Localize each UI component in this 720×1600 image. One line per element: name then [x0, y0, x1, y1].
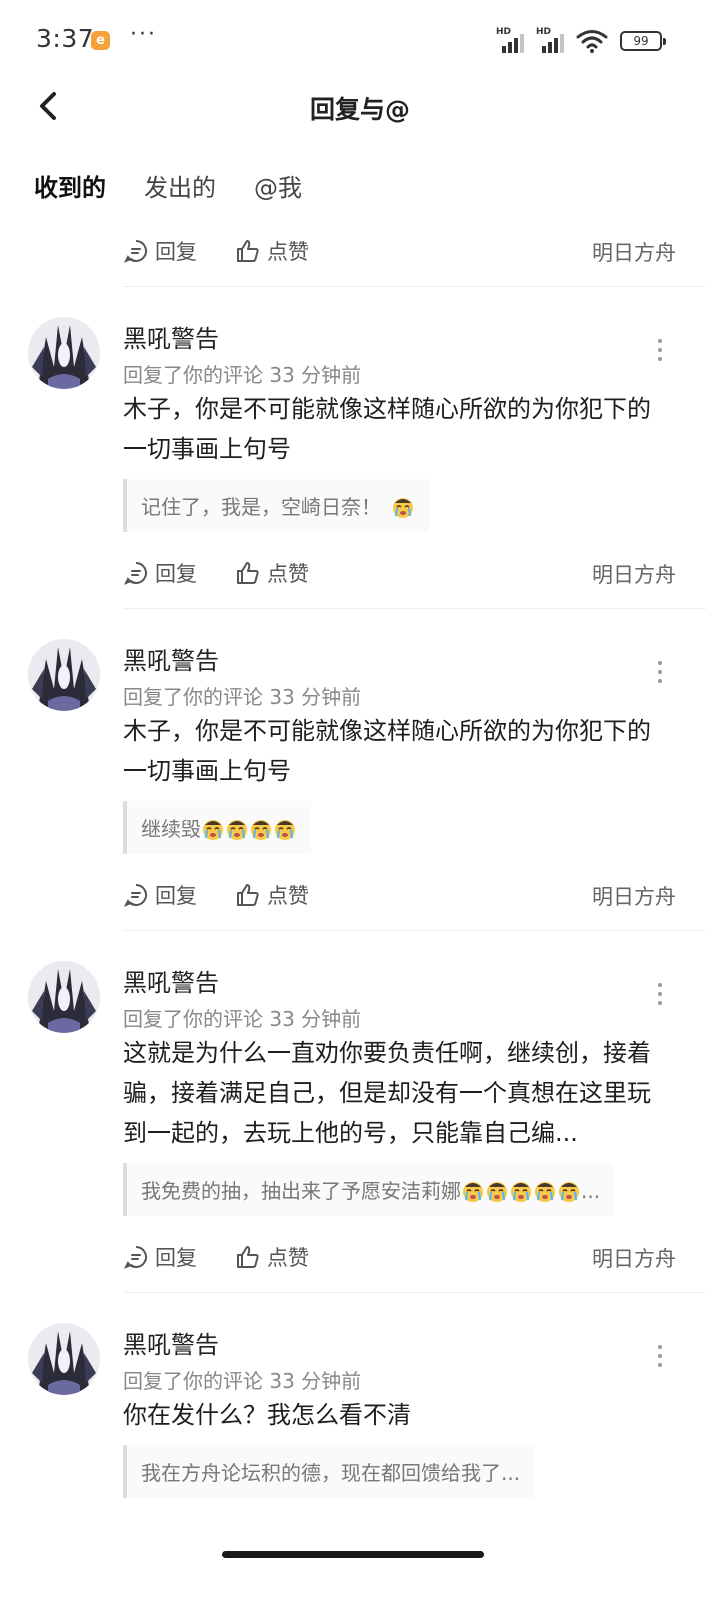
crying-emoji-icon [487, 1182, 507, 1202]
source-label: 明日方舟 [592, 563, 676, 587]
app-notification-icon: e [91, 31, 110, 50]
comment-icon [123, 1246, 147, 1269]
reply-list: 回复 点赞 明日方舟 黑吼警告 回复了你的评论 33 分钟前 木子，你是不可能就… [0, 222, 720, 1502]
reply-meta: 回复了你的评论 33 分钟前 [123, 363, 362, 387]
like-label: 点赞 [267, 240, 309, 264]
reply-text[interactable]: 这就是为什么一直劝你要负责任啊，继续创，接着骗，接着满足自己，但是却没有一个真想… [123, 1033, 670, 1153]
emoji-group [201, 817, 297, 841]
list-item: 黑吼警告 回复了你的评论 33 分钟前 木子，你是不可能就像这样随心所欲的为你犯… [0, 609, 720, 931]
quoted-comment[interactable]: 继续毁 [123, 801, 311, 854]
reply-label: 回复 [155, 1246, 197, 1270]
tab-received[interactable]: 收到的 [34, 168, 106, 206]
quoted-text: 记住了，我是，空崎日奈！ [141, 495, 381, 519]
more-options-icon[interactable] [650, 661, 670, 687]
comment-icon [123, 562, 147, 585]
comment-icon [123, 240, 147, 263]
avatar[interactable] [28, 961, 100, 1033]
like-button[interactable]: 点赞 [235, 1242, 309, 1272]
thumbs-up-icon [237, 884, 259, 906]
like-button[interactable]: 点赞 [235, 880, 309, 910]
wifi-icon [576, 30, 608, 53]
reply-label: 回复 [155, 884, 197, 908]
status-bar: 3:37 e ··· HD HD 99 [0, 0, 720, 80]
crying-emoji-icon [203, 820, 223, 840]
list-item: 黑吼警告 回复了你的评论 33 分钟前 这就是为什么一直劝你要负责任啊，继续创，… [0, 931, 720, 1293]
emoji-group [461, 1179, 581, 1203]
crying-emoji-icon [559, 1182, 579, 1202]
quoted-comment[interactable]: 我免费的抽，抽出来了予愿安洁莉娜... [123, 1163, 615, 1216]
like-label: 点赞 [267, 1246, 309, 1270]
crying-emoji-icon [227, 820, 247, 840]
crying-emoji-icon [511, 1182, 531, 1202]
reply-button[interactable]: 回复 [123, 1242, 197, 1272]
avatar-image [28, 961, 100, 1033]
avatar-image [28, 639, 100, 711]
quoted-text: 我免费的抽，抽出来了予愿安洁莉娜 [141, 1179, 461, 1203]
username[interactable]: 黑吼警告 [123, 641, 219, 676]
avatar[interactable] [28, 317, 100, 389]
thumbs-up-icon [237, 1246, 259, 1268]
reply-meta: 回复了你的评论 33 分钟前 [123, 1369, 362, 1393]
list-item: 黑吼警告 回复了你的评论 33 分钟前 你在发什么？我怎么看不清 我在方舟论坛积… [0, 1293, 720, 1502]
status-more-icon: ··· [130, 22, 157, 47]
status-indicators: HD HD 99 [496, 27, 666, 54]
source-label: 明日方舟 [592, 1247, 676, 1271]
quoted-ellipsis: ... [581, 1179, 601, 1203]
reply-button[interactable]: 回复 [123, 236, 197, 266]
page-title: 回复与@ [309, 95, 410, 124]
quoted-comment[interactable]: 记住了，我是，空崎日奈！ [123, 479, 429, 532]
like-button[interactable]: 点赞 [235, 558, 309, 588]
action-row: 回复 点赞 明日方舟 [0, 544, 720, 608]
action-row: 回复 点赞 明日方舟 [0, 1228, 720, 1292]
reply-meta: 回复了你的评论 33 分钟前 [123, 1007, 362, 1031]
avatar[interactable] [28, 639, 100, 711]
status-time: 3:37 [36, 24, 95, 53]
crying-emoji-icon [251, 820, 271, 840]
crying-emoji-icon [275, 820, 295, 840]
reply-text[interactable]: 木子，你是不可能就像这样随心所欲的为你犯下的一切事画上句号 [123, 711, 670, 791]
battery-icon: 99 [620, 31, 666, 51]
action-row: 回复 点赞 明日方舟 [0, 222, 720, 286]
more-options-icon[interactable] [650, 339, 670, 365]
crying-emoji-icon [463, 1182, 483, 1202]
source-label: 明日方舟 [592, 241, 676, 265]
thumbs-up-icon [237, 240, 259, 262]
thumbs-up-icon [237, 562, 259, 584]
reply-button[interactable]: 回复 [123, 558, 197, 588]
list-item: 黑吼警告 回复了你的评论 33 分钟前 木子，你是不可能就像这样随心所欲的为你犯… [0, 287, 720, 609]
crying-emoji-icon [535, 1182, 555, 1202]
action-row: 回复 点赞 明日方舟 [0, 866, 720, 930]
signal-icon: HD [536, 27, 568, 53]
like-label: 点赞 [267, 884, 309, 908]
source-label: 明日方舟 [592, 885, 676, 909]
comment-icon [123, 884, 147, 907]
more-options-icon[interactable] [650, 1345, 670, 1371]
avatar-image [28, 1323, 100, 1395]
reply-text[interactable]: 木子，你是不可能就像这样随心所欲的为你犯下的一切事画上句号 [123, 389, 670, 469]
quoted-text: 继续毁 [141, 817, 201, 841]
like-label: 点赞 [267, 562, 309, 586]
home-indicator[interactable] [222, 1551, 484, 1558]
more-options-icon[interactable] [650, 983, 670, 1009]
reply-label: 回复 [155, 240, 197, 264]
tab-bar: 收到的 发出的 @我 [34, 168, 302, 206]
reply-label: 回复 [155, 562, 197, 586]
quoted-text: 我在方舟论坛积的德，现在都回馈给我了... [141, 1461, 521, 1485]
username[interactable]: 黑吼警告 [123, 1325, 219, 1360]
crying-emoji-icon [393, 498, 413, 518]
like-button[interactable]: 点赞 [235, 236, 309, 266]
username[interactable]: 黑吼警告 [123, 963, 219, 998]
reply-meta: 回复了你的评论 33 分钟前 [123, 685, 362, 709]
quoted-comment[interactable]: 我在方舟论坛积的德，现在都回馈给我了... [123, 1445, 535, 1498]
header: 回复与@ [0, 80, 720, 132]
tab-sent[interactable]: 发出的 [144, 168, 216, 203]
signal-icon: HD [496, 27, 528, 53]
tab-mentions[interactable]: @我 [254, 168, 302, 203]
avatar[interactable] [28, 1323, 100, 1395]
emoji-group [391, 495, 415, 519]
reply-button[interactable]: 回复 [123, 880, 197, 910]
avatar-image [28, 317, 100, 389]
username[interactable]: 黑吼警告 [123, 319, 219, 354]
